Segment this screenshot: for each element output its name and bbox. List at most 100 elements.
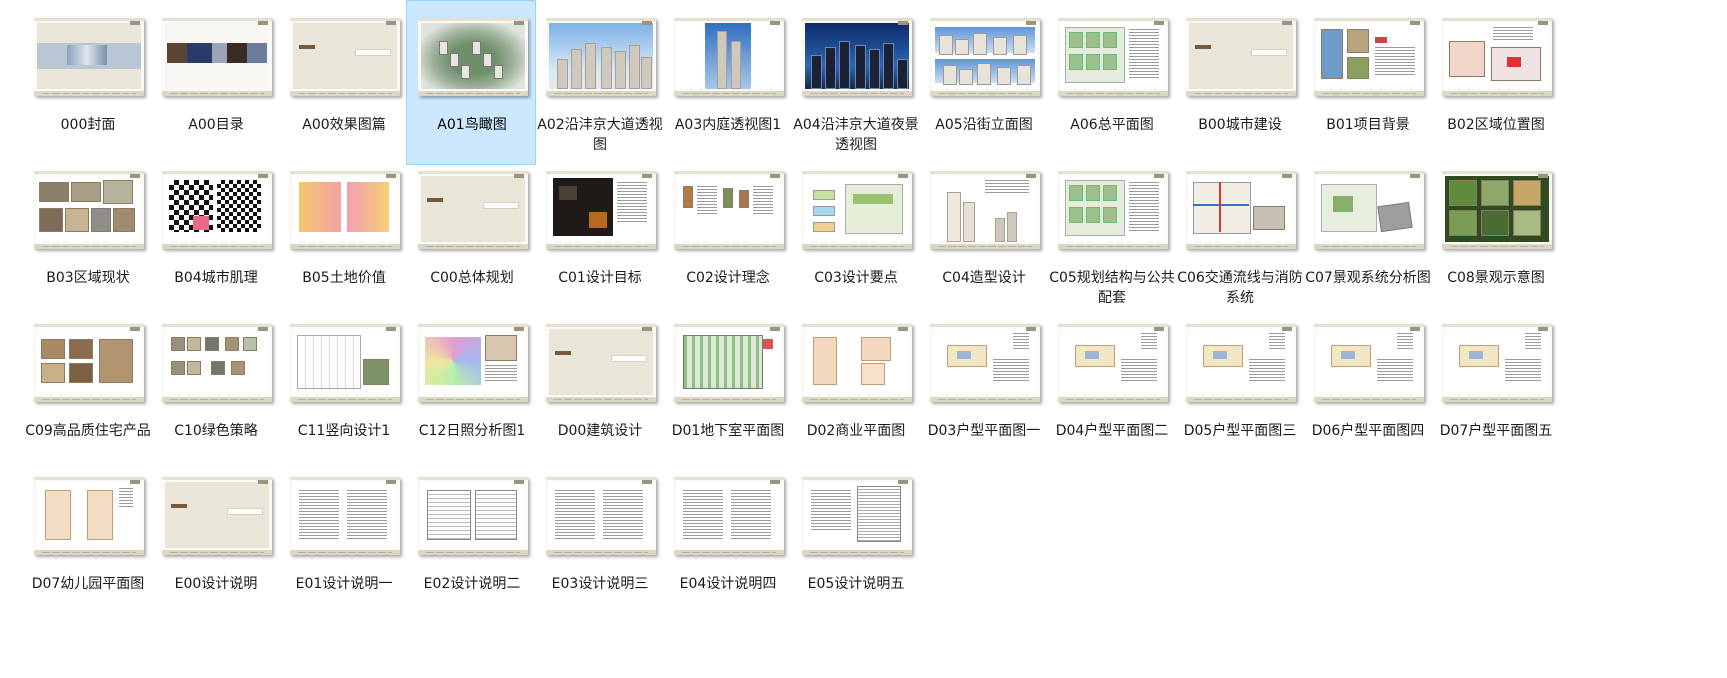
file-name-label: D07幼儿园平面图 <box>31 576 145 592</box>
file-item[interactable]: A05沿街立面图 <box>918 0 1048 165</box>
file-item[interactable]: E01设计说明一 <box>278 459 408 624</box>
file-item[interactable]: E05设计说明五 <box>790 459 920 624</box>
file-thumbnail <box>418 460 528 572</box>
file-item[interactable]: C08景观示意图 <box>1430 153 1560 318</box>
file-name-label: E01设计说明一 <box>295 576 393 592</box>
file-name-label: A00目录 <box>188 117 244 133</box>
file-thumbnail <box>1442 307 1552 419</box>
file-thumbnail <box>1058 154 1168 266</box>
file-thumbnail <box>1314 154 1424 266</box>
file-item[interactable]: C09高品质住宅产品 <box>22 306 152 471</box>
file-item[interactable]: D05户型平面图三 <box>1174 306 1304 471</box>
file-item[interactable]: E03设计说明三 <box>534 459 664 624</box>
file-item[interactable]: A04沿沣京大道夜景透视图 <box>790 0 920 165</box>
file-item[interactable]: D07幼儿园平面图 <box>22 459 152 624</box>
file-item[interactable]: A02沿沣京大道透视图 <box>534 0 664 165</box>
file-item[interactable]: D02商业平面图 <box>790 306 920 471</box>
file-name-label: B01项目背景 <box>1326 117 1410 133</box>
file-thumbnail <box>802 307 912 419</box>
file-name-label: B05土地价值 <box>302 270 386 286</box>
file-item[interactable]: D00建筑设计 <box>534 306 664 471</box>
file-thumbnail <box>1186 1 1296 113</box>
file-item[interactable]: E02设计说明二 <box>406 459 536 624</box>
file-name-label: B03区域现状 <box>46 270 130 286</box>
file-item[interactable]: B02区域位置图 <box>1430 0 1560 165</box>
file-item[interactable]: B03区域现状 <box>22 153 152 318</box>
file-item[interactable]: C10绿色策略 <box>150 306 280 471</box>
file-thumbnail <box>674 460 784 572</box>
file-thumbnail <box>1186 307 1296 419</box>
file-item[interactable]: C00总体规划 <box>406 153 536 318</box>
file-name-label: B04城市肌理 <box>174 270 258 286</box>
file-item[interactable]: B05土地价值 <box>278 153 408 318</box>
file-thumbnail <box>674 307 784 419</box>
file-thumbnail <box>162 154 272 266</box>
file-item[interactable]: D07户型平面图五 <box>1430 306 1560 471</box>
file-item[interactable]: E04设计说明四 <box>662 459 792 624</box>
file-item[interactable]: C07景观系统分析图 <box>1302 153 1432 318</box>
file-thumbnail <box>34 1 144 113</box>
file-item[interactable]: A03内庭透视图1 <box>662 0 792 165</box>
file-thumbnail <box>674 154 784 266</box>
file-name-label: C11竖向设计1 <box>297 423 391 439</box>
file-name-label: D04户型平面图二 <box>1055 423 1169 439</box>
file-item[interactable]: C06交通流线与消防系统 <box>1174 153 1304 318</box>
file-name-label: A04沿沣京大道夜景透视图 <box>793 117 919 153</box>
file-thumbnail <box>418 154 528 266</box>
file-thumbnail <box>290 1 400 113</box>
file-name-label: C01设计目标 <box>558 270 642 286</box>
file-thumbnail <box>1058 1 1168 113</box>
file-item[interactable]: B01项目背景 <box>1302 0 1432 165</box>
file-thumbnail <box>290 307 400 419</box>
file-item[interactable]: A06总平面图 <box>1046 0 1176 165</box>
file-item[interactable]: C01设计目标 <box>534 153 664 318</box>
file-name-label: A02沿沣京大道透视图 <box>537 117 663 153</box>
file-name-label: E00设计说明 <box>174 576 258 592</box>
file-thumbnail <box>162 460 272 572</box>
file-name-label: C02设计理念 <box>686 270 770 286</box>
file-item[interactable]: B00城市建设 <box>1174 0 1304 165</box>
file-item[interactable]: E00设计说明 <box>150 459 280 624</box>
file-item[interactable]: D03户型平面图一 <box>918 306 1048 471</box>
file-name-label: A06总平面图 <box>1070 117 1154 133</box>
file-name-label: E04设计说明四 <box>679 576 777 592</box>
file-item[interactable]: A01鸟瞰图 <box>406 0 536 165</box>
file-thumbnail <box>162 307 272 419</box>
file-item[interactable]: C04造型设计 <box>918 153 1048 318</box>
file-item[interactable]: 000封面 <box>22 0 152 165</box>
file-item[interactable]: C02设计理念 <box>662 153 792 318</box>
file-thumbnail <box>1442 154 1552 266</box>
file-name-label: C12日照分析图1 <box>418 423 526 439</box>
file-thumbnail <box>802 1 912 113</box>
file-name-label: D05户型平面图三 <box>1183 423 1297 439</box>
file-name-label: D07户型平面图五 <box>1439 423 1553 439</box>
file-name-label: C10绿色策略 <box>174 423 258 439</box>
file-thumbnail <box>1186 154 1296 266</box>
file-item[interactable]: B04城市肌理 <box>150 153 280 318</box>
file-item[interactable]: A00目录 <box>150 0 280 165</box>
file-name-label: A01鸟瞰图 <box>437 117 507 133</box>
file-name-label: C09高品质住宅产品 <box>25 423 151 439</box>
file-name-label: C05规划结构与公共配套 <box>1049 270 1175 306</box>
file-thumbnail <box>162 1 272 113</box>
file-thumbnail <box>418 1 528 113</box>
file-thumbnail <box>930 154 1040 266</box>
file-name-label: E05设计说明五 <box>807 576 905 592</box>
file-item[interactable]: C11竖向设计1 <box>278 306 408 471</box>
file-name-label: D02商业平面图 <box>806 423 906 439</box>
file-thumbnail <box>930 307 1040 419</box>
file-name-label: A00效果图篇 <box>302 117 386 133</box>
file-thumbnail <box>546 154 656 266</box>
file-item[interactable]: D04户型平面图二 <box>1046 306 1176 471</box>
file-name-label: E02设计说明二 <box>423 576 521 592</box>
file-item[interactable]: A00效果图篇 <box>278 0 408 165</box>
file-name-label: A05沿街立面图 <box>935 117 1033 133</box>
file-name-label: C00总体规划 <box>430 270 514 286</box>
file-name-label: D06户型平面图四 <box>1311 423 1425 439</box>
file-item[interactable]: C03设计要点 <box>790 153 920 318</box>
file-item[interactable]: C12日照分析图1 <box>406 306 536 471</box>
file-name-label: B02区域位置图 <box>1447 117 1545 133</box>
file-item[interactable]: C05规划结构与公共配套 <box>1046 153 1176 318</box>
file-item[interactable]: D01地下室平面图 <box>662 306 792 471</box>
file-item[interactable]: D06户型平面图四 <box>1302 306 1432 471</box>
